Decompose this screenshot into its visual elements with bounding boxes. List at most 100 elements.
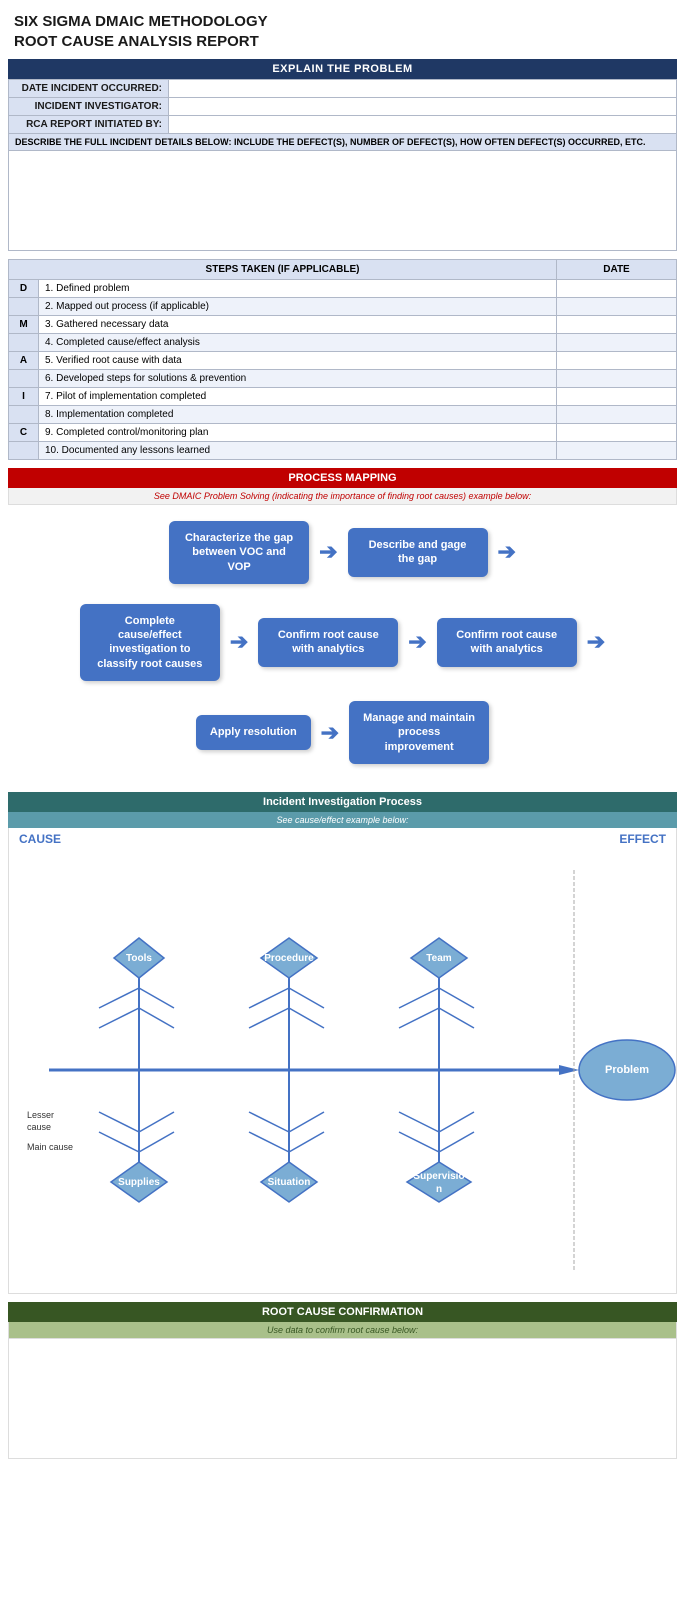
flow-box-2c: Confirm root cause with analytics <box>437 618 577 667</box>
dmaic-letter: I <box>9 388 39 406</box>
steps-header-row: STEPS TAKEN (IF APPLICABLE) DATE <box>9 260 677 280</box>
initiated-label: RCA REPORT INITIATED BY: <box>9 116 169 134</box>
step-date[interactable] <box>557 334 677 352</box>
dmaic-letter <box>9 370 39 388</box>
date-label: DATE INCIDENT OCCURRED: <box>9 80 169 98</box>
incident-detail-area[interactable] <box>9 151 677 251</box>
incident-section: Incident Investigation Process See cause… <box>8 792 677 1294</box>
dmaic-letter <box>9 298 39 316</box>
dmaic-letter: M <box>9 316 39 334</box>
process-mapping-header: PROCESS MAPPING <box>8 468 677 488</box>
step-text: 10. Documented any lessons learned <box>39 442 557 460</box>
fishbone-diagram: Problem Tools Procedure <box>8 850 677 1294</box>
svg-text:Lesser: Lesser <box>27 1110 54 1120</box>
flow-arrow-1a: ➔ <box>319 539 337 565</box>
step-date[interactable] <box>557 406 677 424</box>
report-title-line1: SIX SIGMA DMAIC METHODOLOGY <box>14 12 671 32</box>
steps-row-7: 8. Implementation completed <box>9 406 677 424</box>
flow-box-3b: Manage and maintain process improvement <box>349 701 489 764</box>
dmaic-letter: C <box>9 424 39 442</box>
flow-arrow-2a: ➔ <box>230 629 248 655</box>
dmaic-letter: D <box>9 280 39 298</box>
step-text: 1. Defined problem <box>39 280 557 298</box>
flow-diagram: Characterize the gap between VOC and VOP… <box>8 505 677 780</box>
flow-row-3: Apply resolution ➔ Manage and maintain p… <box>18 701 667 764</box>
step-text: 3. Gathered necessary data <box>39 316 557 334</box>
date-value[interactable] <box>169 80 677 98</box>
investigator-value[interactable] <box>169 98 677 116</box>
step-date[interactable] <box>557 280 677 298</box>
step-date[interactable] <box>557 442 677 460</box>
explain-form-table: DATE INCIDENT OCCURRED: INCIDENT INVESTI… <box>8 79 677 251</box>
steps-row-0: D 1. Defined problem <box>9 280 677 298</box>
rcc-header: ROOT CAUSE CONFIRMATION <box>8 1302 677 1322</box>
step-text: 2. Mapped out process (if applicable) <box>39 298 557 316</box>
dmaic-letter <box>9 406 39 424</box>
incident-detail-row <box>9 151 677 251</box>
cause-effect-labels: CAUSE EFFECT <box>8 828 677 850</box>
initiated-value[interactable] <box>169 116 677 134</box>
steps-row-6: I 7. Pilot of implementation completed <box>9 388 677 406</box>
steps-row-3: 4. Completed cause/effect analysis <box>9 334 677 352</box>
flow-box-2b: Confirm root cause with analytics <box>258 618 398 667</box>
report-title-line2: ROOT CAUSE ANALYSIS REPORT <box>14 32 671 52</box>
dmaic-letter <box>9 334 39 352</box>
svg-text:Procedure: Procedure <box>264 953 314 964</box>
problem-label: Problem <box>605 1064 649 1076</box>
effect-label: EFFECT <box>619 832 666 846</box>
flow-box-1b: Describe and gage the gap <box>348 528 488 577</box>
incident-header: Incident Investigation Process <box>8 792 677 812</box>
steps-row-8: C 9. Completed control/monitoring plan <box>9 424 677 442</box>
step-text: 5. Verified root cause with data <box>39 352 557 370</box>
step-text: 6. Developed steps for solutions & preve… <box>39 370 557 388</box>
describe-label: DESCRIBE THE FULL INCIDENT DETAILS BELOW… <box>9 134 677 151</box>
dmaic-letter <box>9 442 39 460</box>
steps-row-2: M 3. Gathered necessary data <box>9 316 677 334</box>
flow-arrow-2b: ➔ <box>408 629 426 655</box>
form-row-initiated: RCA REPORT INITIATED BY: <box>9 116 677 134</box>
flow-arrow-2c: ➔ <box>587 629 605 655</box>
cause-label: CAUSE <box>19 832 61 846</box>
svg-text:Supplies: Supplies <box>118 1177 160 1188</box>
describe-row: DESCRIBE THE FULL INCIDENT DETAILS BELOW… <box>9 134 677 151</box>
investigator-label: INCIDENT INVESTIGATOR: <box>9 98 169 116</box>
steps-row-9: 10. Documented any lessons learned <box>9 442 677 460</box>
steps-table: STEPS TAKEN (IF APPLICABLE) DATE D 1. De… <box>8 259 677 460</box>
report-header: SIX SIGMA DMAIC METHODOLOGY ROOT CAUSE A… <box>0 0 685 59</box>
step-text: 9. Completed control/monitoring plan <box>39 424 557 442</box>
step-text: 8. Implementation completed <box>39 406 557 424</box>
step-text: 4. Completed cause/effect analysis <box>39 334 557 352</box>
form-row-investigator: INCIDENT INVESTIGATOR: <box>9 98 677 116</box>
steps-row-4: A 5. Verified root cause with data <box>9 352 677 370</box>
fishbone-svg: Problem Tools Procedure <box>19 860 679 1280</box>
step-date[interactable] <box>557 388 677 406</box>
step-date[interactable] <box>557 316 677 334</box>
explain-header: EXPLAIN THE PROBLEM <box>8 59 677 79</box>
process-mapping-subtitle: See DMAIC Problem Solving (indicating th… <box>8 488 677 505</box>
step-text: 7. Pilot of implementation completed <box>39 388 557 406</box>
flow-row-2: Complete cause/effect investigation to c… <box>18 604 667 681</box>
explain-section: EXPLAIN THE PROBLEM DATE INCIDENT OCCURR… <box>8 59 677 460</box>
steps-taken-header: STEPS TAKEN (IF APPLICABLE) <box>9 260 557 280</box>
step-date[interactable] <box>557 370 677 388</box>
svg-text:Team: Team <box>426 953 451 964</box>
step-date[interactable] <box>557 352 677 370</box>
date-header: DATE <box>557 260 677 280</box>
flow-box-1a: Characterize the gap between VOC and VOP <box>169 521 309 584</box>
svg-text:cause: cause <box>27 1122 51 1132</box>
svg-text:Situation: Situation <box>268 1177 311 1188</box>
step-date[interactable] <box>557 298 677 316</box>
step-date[interactable] <box>557 424 677 442</box>
form-row-date: DATE INCIDENT OCCURRED: <box>9 80 677 98</box>
steps-row-5: 6. Developed steps for solutions & preve… <box>9 370 677 388</box>
flow-arrow-1b: ➔ <box>498 539 516 565</box>
process-mapping-section: PROCESS MAPPING See DMAIC Problem Solvin… <box>8 468 677 780</box>
incident-subtitle: See cause/effect example below: <box>8 812 677 828</box>
flow-box-2a: Complete cause/effect investigation to c… <box>80 604 220 681</box>
root-cause-section: ROOT CAUSE CONFIRMATION Use data to conf… <box>8 1302 677 1459</box>
steps-row-1: 2. Mapped out process (if applicable) <box>9 298 677 316</box>
svg-text:n: n <box>436 1184 442 1195</box>
flow-box-3a: Apply resolution <box>196 715 311 749</box>
rcc-content-area[interactable] <box>8 1339 677 1459</box>
dmaic-letter: A <box>9 352 39 370</box>
